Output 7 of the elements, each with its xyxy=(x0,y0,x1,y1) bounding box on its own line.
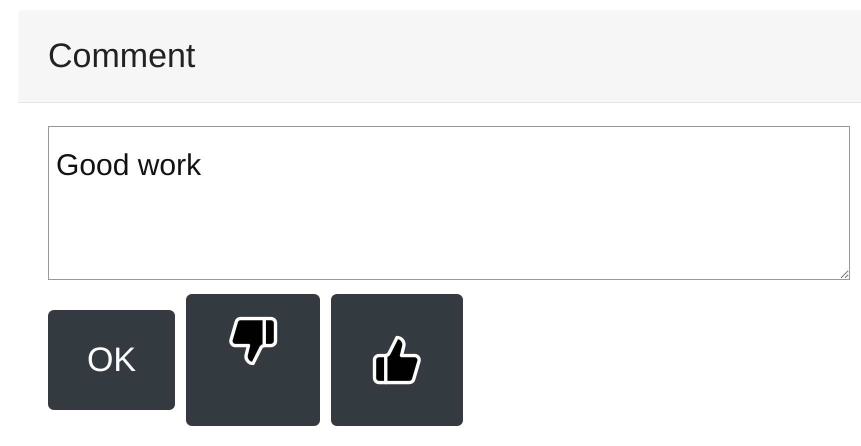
thumbs-up-icon xyxy=(370,333,424,387)
thumbs-down-icon xyxy=(226,314,280,368)
ok-button[interactable]: OK xyxy=(48,310,175,410)
thumbs-down-button[interactable] xyxy=(186,294,320,426)
panel-title: Comment xyxy=(48,36,196,76)
comment-field[interactable]: Good work xyxy=(48,126,850,280)
thumbs-up-button[interactable] xyxy=(331,294,463,426)
